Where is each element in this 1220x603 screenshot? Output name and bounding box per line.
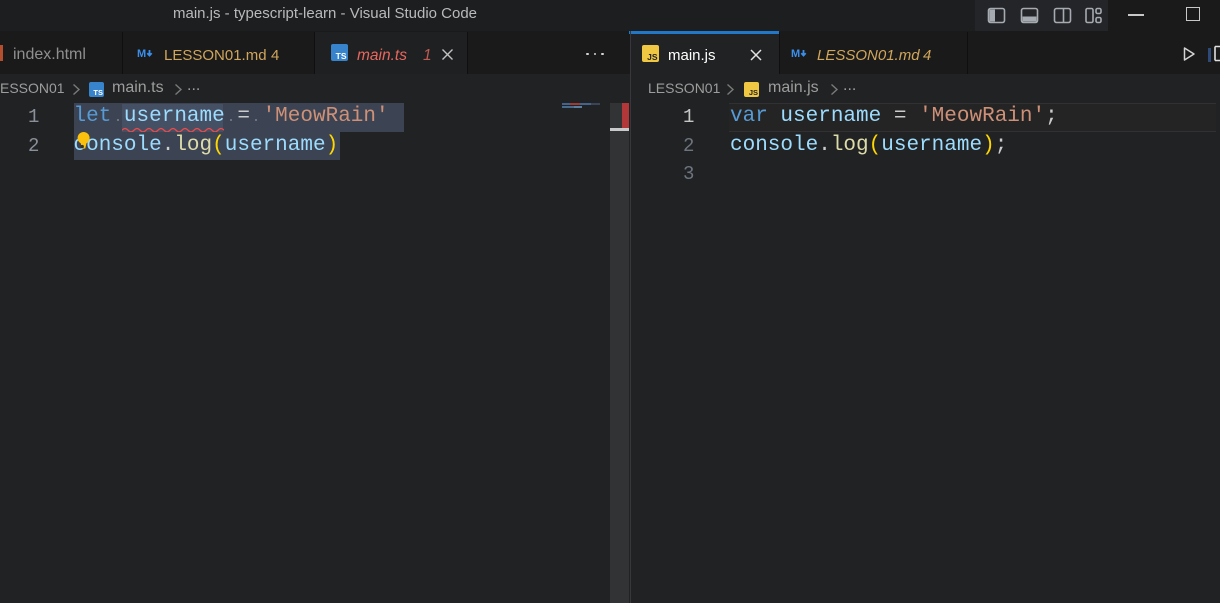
svg-text:M: M [137, 48, 146, 60]
svg-text:M: M [791, 48, 800, 60]
